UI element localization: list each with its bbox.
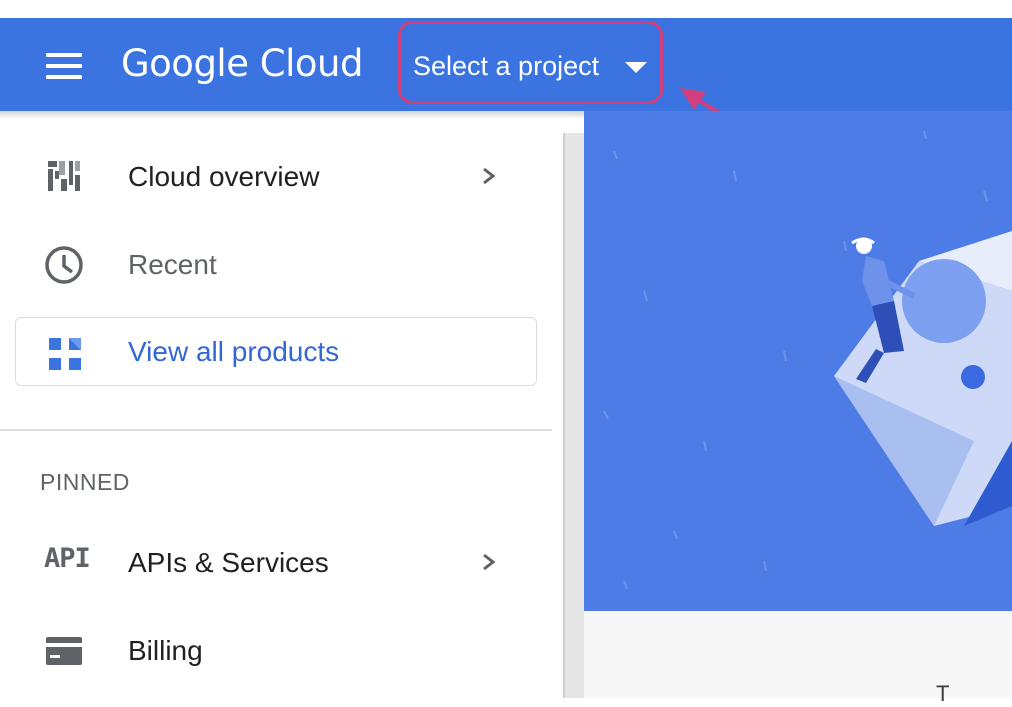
sidebar-item-label: Billing [128, 635, 203, 666]
partial-heading-text: T [936, 681, 950, 706]
sidebar-item-apis-services[interactable]: API APIs & Services [0, 521, 552, 601]
sidebar-item-label: Recent [128, 249, 217, 280]
dropdown-caret-icon [625, 62, 647, 73]
project-selector-button[interactable]: Select a project [398, 21, 663, 104]
sidebar-item-label: APIs & Services [128, 547, 329, 578]
sidebar-item-recent[interactable]: Recent [0, 223, 552, 303]
api-icon: API [44, 543, 91, 574]
sidebar-divider [0, 429, 552, 431]
project-selector-label: Select a project [413, 51, 600, 81]
dashboard-icon [48, 161, 80, 191]
navigation-sidebar: Cloud overview Recent View all products … [0, 111, 552, 698]
pinned-section-title: PINNED [40, 469, 130, 495]
sidebar-scrollbar[interactable] [563, 133, 585, 698]
billing-card-icon [46, 637, 82, 665]
hero-illustration [584, 111, 1012, 611]
sidebar-item-cloud-overview[interactable]: Cloud overview [0, 135, 552, 215]
sidebar-item-billing[interactable]: Billing [0, 609, 552, 689]
grid-icon [49, 338, 81, 370]
view-all-products-button[interactable]: View all products [15, 317, 537, 386]
hamburger-menu-icon[interactable] [44, 53, 84, 79]
illustration-scene [603, 130, 1012, 590]
chevron-right-icon [483, 553, 496, 571]
google-cloud-logo[interactable]: Google Cloud [121, 42, 363, 85]
chevron-right-icon [483, 167, 496, 185]
sidebar-item-label: Cloud overview [128, 161, 320, 192]
top-app-bar: Google Cloud Select a project [0, 18, 1012, 111]
clock-icon [45, 246, 83, 284]
view-all-products-label: View all products [128, 336, 340, 367]
content-area: T [584, 611, 1012, 706]
